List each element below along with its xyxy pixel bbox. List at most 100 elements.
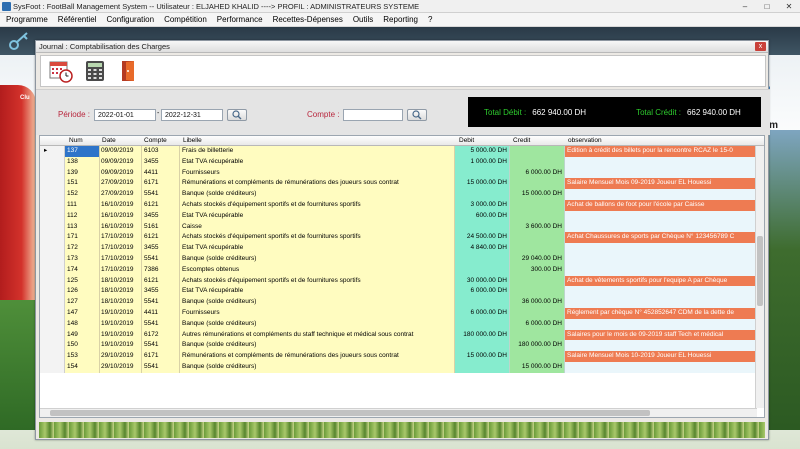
cell-date[interactable]: 27/09/2019 (100, 178, 142, 190)
cell-num[interactable]: 147 (65, 307, 100, 319)
cell-observation[interactable] (565, 189, 756, 200)
cell-credit[interactable] (510, 243, 565, 254)
cell-observation[interactable] (565, 297, 756, 308)
cell-compte[interactable]: 6171 (142, 178, 180, 190)
table-row[interactable]: 173 17/10/2019 5541 Banque (solde créditeur… (40, 253, 756, 265)
cell-libelle[interactable]: Banque (solde créditeurs) (180, 318, 455, 330)
table-row[interactable]: 147 19/10/2019 4411 Fournisseurs 6 000.00 DH… (40, 307, 756, 319)
cell-date[interactable]: 27/09/2019 (100, 189, 142, 200)
table-row[interactable]: 138 09/09/2019 3455 Etat TVA récupérable 1 0… (40, 156, 756, 168)
cell-date[interactable]: 19/10/2019 (100, 307, 142, 319)
cell-num[interactable]: 112 (65, 210, 100, 222)
cell-num[interactable]: 151 (65, 178, 100, 190)
cell-debit[interactable] (455, 318, 510, 330)
cell-libelle[interactable]: Banque (solde créditeurs) (180, 253, 455, 265)
cell-num[interactable]: 153 (65, 351, 100, 362)
cell-observation[interactable]: Achat de ballons de foot pour l'école pa… (565, 199, 756, 211)
row-selector[interactable] (40, 210, 65, 222)
cell-debit[interactable] (455, 253, 510, 265)
row-selector[interactable] (40, 361, 65, 373)
cell-observation[interactable] (565, 361, 756, 373)
col-header-debit[interactable]: Debit (459, 137, 474, 144)
calendar-clock-button[interactable] (49, 59, 73, 83)
row-selector[interactable] (40, 243, 65, 254)
col-header-compte[interactable]: Compte (144, 137, 167, 144)
cell-libelle[interactable]: Banque (solde créditeurs) (180, 189, 455, 200)
row-selector[interactable] (40, 221, 65, 233)
table-row[interactable]: 126 18/10/2019 3455 Etat TVA récupérable 6 0… (40, 286, 756, 298)
cell-debit[interactable]: 6 000.00 DH (455, 307, 510, 319)
minimize-icon[interactable]: – (734, 0, 756, 13)
row-selector[interactable] (40, 199, 65, 211)
table-row[interactable]: 172 17/10/2019 3455 Etat TVA récupérable 4 8… (40, 243, 756, 254)
cell-compte[interactable]: 3455 (142, 243, 180, 254)
cell-libelle[interactable]: Fournisseurs (180, 167, 455, 179)
menu-item-performance[interactable]: Performance (217, 15, 263, 24)
cell-date[interactable]: 16/10/2019 (100, 221, 142, 233)
table-row[interactable]: 171 17/10/2019 6121 Achats stockés d'équipe… (40, 232, 756, 244)
cell-date[interactable]: 18/10/2019 (100, 297, 142, 308)
table-row[interactable]: 125 18/10/2019 6121 Achats stockés d'équipe… (40, 275, 756, 287)
cell-compte[interactable]: 6121 (142, 199, 180, 211)
cell-credit[interactable]: 6 000.00 DH (510, 318, 565, 330)
search-period-button[interactable] (227, 109, 247, 121)
row-selector[interactable] (40, 297, 65, 308)
vertical-scrollbar[interactable] (755, 146, 764, 408)
cell-compte[interactable]: 7386 (142, 264, 180, 276)
cell-num[interactable]: 152 (65, 189, 100, 200)
cell-date[interactable]: 09/09/2019 (100, 146, 142, 157)
cell-observation[interactable] (565, 264, 756, 276)
vertical-scroll-thumb[interactable] (757, 236, 763, 306)
cell-num[interactable]: 148 (65, 318, 100, 330)
cell-date[interactable]: 19/10/2019 (100, 318, 142, 330)
table-row[interactable]: 113 16/10/2019 5161 Caisse 3 600.00 DH (40, 221, 756, 233)
cell-credit[interactable] (510, 210, 565, 222)
cell-observation[interactable] (565, 167, 756, 179)
cell-observation[interactable] (565, 243, 756, 254)
cell-libelle[interactable]: Escomptes obtenus (180, 264, 455, 276)
cell-date[interactable]: 29/10/2019 (100, 361, 142, 373)
menu-item-recettes-d-penses[interactable]: Recettes-Dépenses (273, 15, 343, 24)
cell-credit[interactable] (510, 351, 565, 362)
table-row[interactable]: 150 19/10/2019 5541 Banque (solde créditeur… (40, 340, 756, 352)
key-icon[interactable] (8, 31, 30, 51)
cell-libelle[interactable]: Achats stockés d'équipement sportifs et … (180, 199, 455, 211)
row-selector[interactable] (40, 253, 65, 265)
menu-item-programme[interactable]: Programme (6, 15, 48, 24)
table-row[interactable]: 148 19/10/2019 5541 Banque (solde créditeur… (40, 318, 756, 330)
row-selector[interactable] (40, 329, 65, 341)
cell-debit[interactable] (455, 297, 510, 308)
cell-libelle[interactable]: Banque (solde créditeurs) (180, 361, 455, 373)
cell-debit[interactable] (455, 167, 510, 179)
cell-debit[interactable] (455, 189, 510, 200)
row-selector[interactable] (40, 275, 65, 287)
cell-observation[interactable] (565, 253, 756, 265)
cell-compte[interactable]: 5541 (142, 361, 180, 373)
row-selector[interactable] (40, 286, 65, 298)
col-header-observation[interactable]: observation (568, 137, 602, 144)
cell-libelle[interactable]: Achats stockés d'équipement sportifs et … (180, 232, 455, 244)
col-header-num[interactable]: Num (69, 137, 83, 144)
cell-compte[interactable]: 5541 (142, 253, 180, 265)
cell-credit[interactable]: 6 000.00 DH (510, 167, 565, 179)
row-selector[interactable] (40, 307, 65, 319)
col-header-libelle[interactable]: Libelle (183, 137, 202, 144)
table-row[interactable]: 139 09/09/2019 4411 Fournisseurs 6 000.00 DH (40, 167, 756, 179)
cell-observation[interactable]: Salaires pour le mois de 09-2019 staff T… (565, 329, 756, 341)
row-selector[interactable] (40, 178, 65, 190)
cell-observation[interactable] (565, 156, 756, 168)
cell-compte[interactable]: 5541 (142, 297, 180, 308)
cell-observation[interactable]: Salaire Mensuel Mois 10-2019 Joueur EL H… (565, 351, 756, 362)
cell-observation[interactable]: Edition à crédit des billets pour la ren… (565, 146, 756, 157)
cell-compte[interactable]: 5541 (142, 340, 180, 352)
cell-num[interactable]: 150 (65, 340, 100, 352)
cell-debit[interactable]: 1 000.00 DH (455, 156, 510, 168)
cell-debit[interactable] (455, 340, 510, 352)
cell-compte[interactable]: 5541 (142, 318, 180, 330)
exit-button[interactable] (117, 59, 141, 83)
cell-compte[interactable]: 6121 (142, 275, 180, 287)
cell-compte[interactable]: 3455 (142, 210, 180, 222)
row-selector[interactable] (40, 167, 65, 179)
cell-compte[interactable]: 6121 (142, 232, 180, 244)
cell-credit[interactable]: 180 000.00 DH (510, 340, 565, 352)
